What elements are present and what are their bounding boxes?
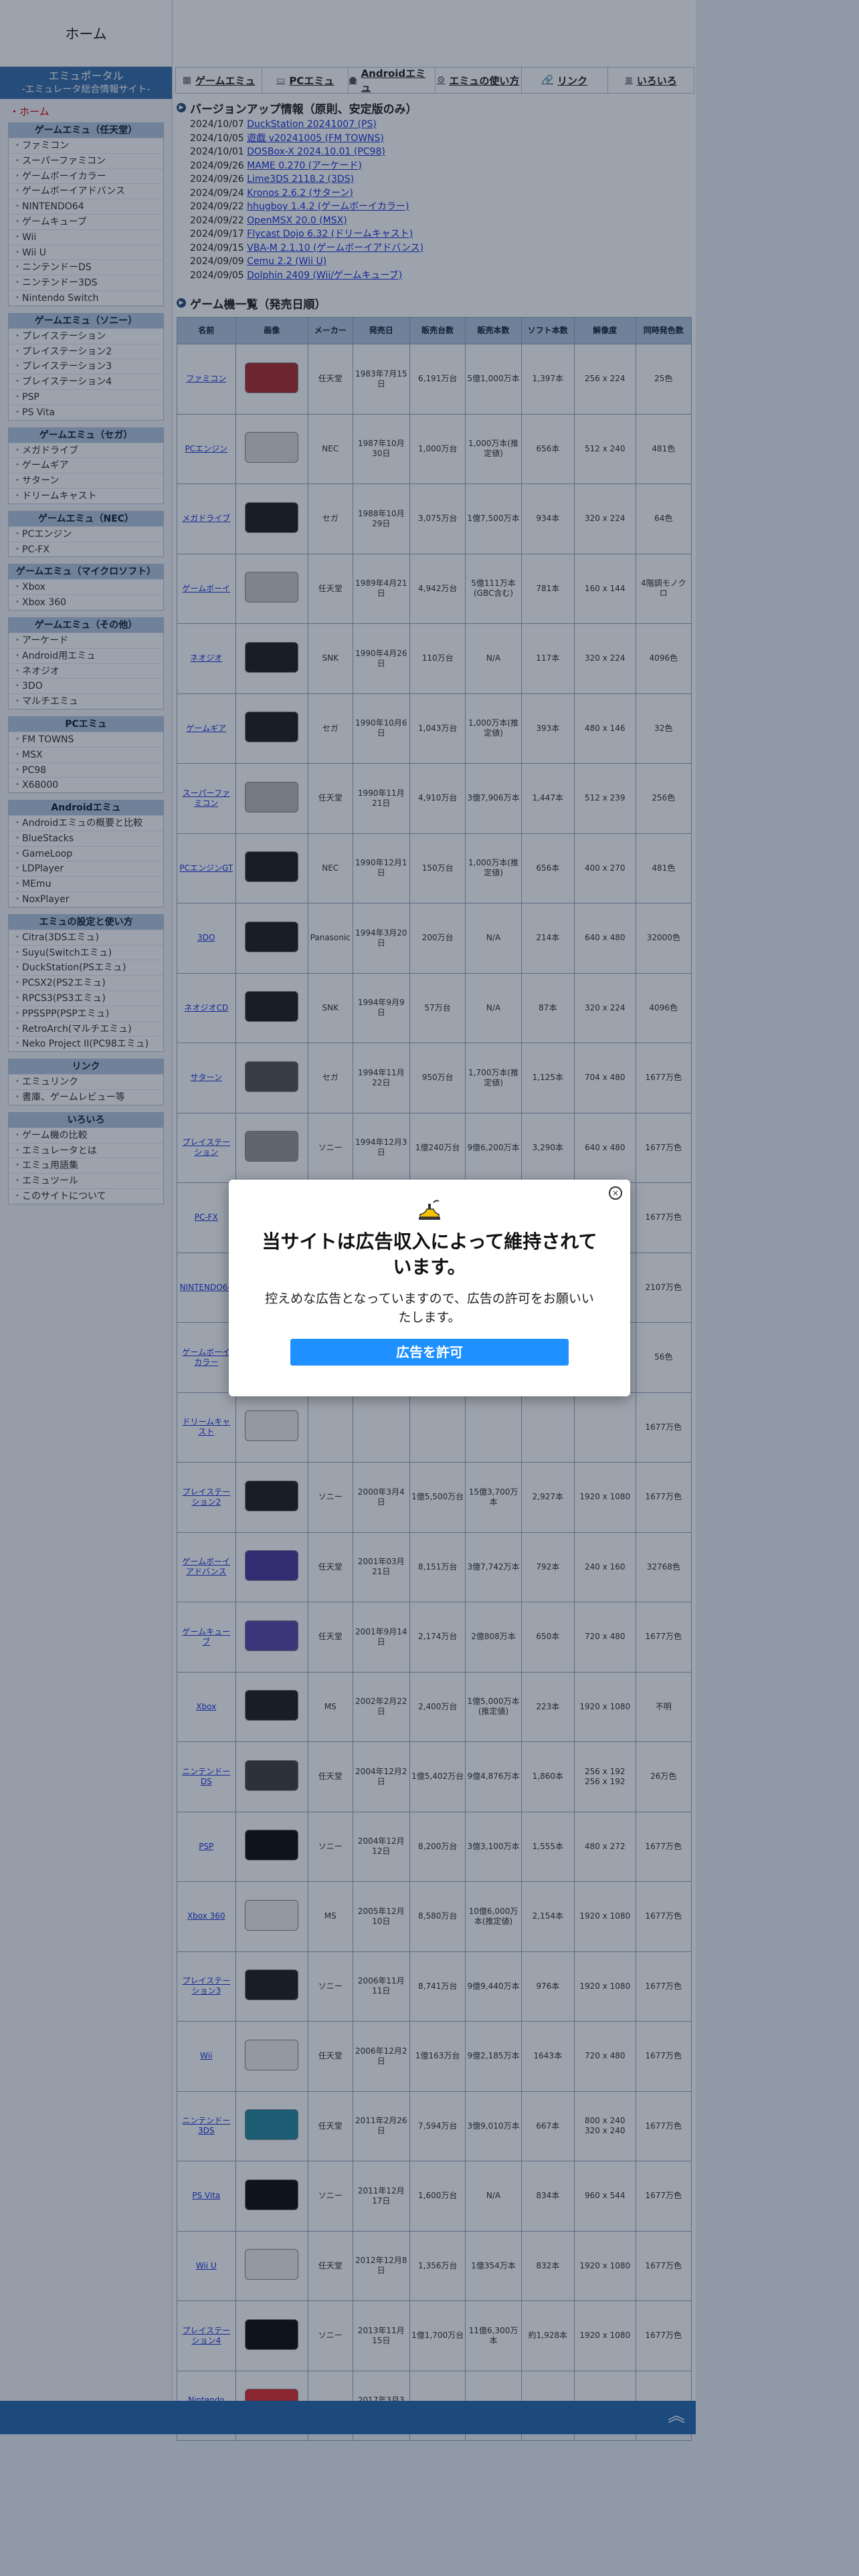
modal-title: 当サイトは広告収入によって維持されています。 — [262, 1230, 597, 1278]
hand-bell-icon — [229, 1197, 630, 1224]
ad-permission-modal: × 当サイトは広告収入によって維持されています。 控えめな広告となっていますので… — [229, 1180, 630, 1396]
allow-ads-button[interactable]: 広告を許可 — [290, 1339, 569, 1366]
close-icon[interactable]: × — [609, 1186, 622, 1200]
modal-description: 控えめな広告となっていますので、広告の許可をお願いいたします。 — [265, 1291, 594, 1325]
modal-overlay: × 当サイトは広告収入によって維持されています。 控えめな広告となっていますので… — [0, 0, 859, 2576]
